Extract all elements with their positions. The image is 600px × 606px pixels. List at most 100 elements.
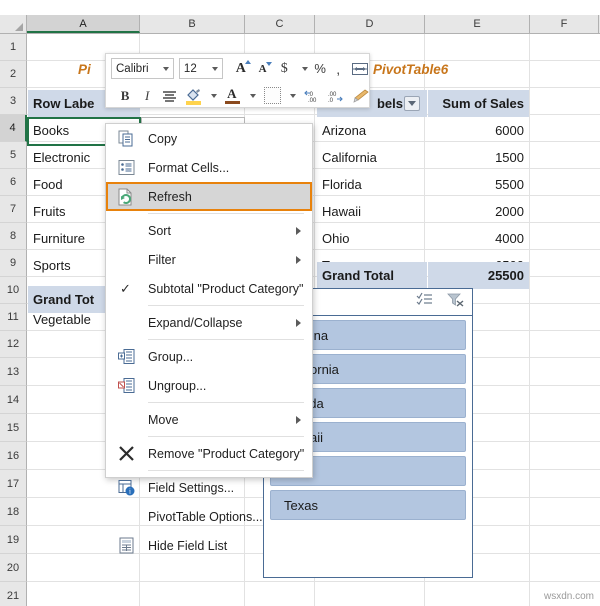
- context-menu-item[interactable]: Remove "Product Category": [106, 439, 312, 468]
- fill-color-icon[interactable]: [182, 84, 204, 107]
- row-header-16[interactable]: 16: [0, 442, 27, 470]
- merge-cells-icon[interactable]: [349, 57, 371, 80]
- bold-label: B: [121, 88, 130, 104]
- pivot-right-row-value: 2000: [428, 198, 529, 225]
- row-header-21[interactable]: 21: [0, 582, 27, 606]
- column-header-c[interactable]: C: [245, 15, 315, 33]
- accounting-dropdown-icon[interactable]: [295, 57, 309, 80]
- context-menu-item[interactable]: Format Cells...: [106, 153, 312, 182]
- row-header-13[interactable]: 13: [0, 358, 27, 386]
- context-menu-item-label: Refresh: [148, 190, 192, 204]
- context-menu-item[interactable]: Group...: [106, 342, 312, 371]
- chevron-down-icon: [212, 67, 218, 71]
- pivot-right-row-label: Florida: [317, 171, 427, 198]
- context-menu-item-label: PivotTable Options...: [148, 510, 263, 524]
- font-color-dropdown-icon[interactable]: [243, 84, 257, 107]
- context-menu-item[interactable]: iField Settings...: [106, 473, 312, 502]
- clear-filter-icon[interactable]: [447, 292, 464, 312]
- context-menu-item[interactable]: Ungroup...: [106, 371, 312, 400]
- multi-select-icon[interactable]: [416, 292, 433, 312]
- row-header-20[interactable]: 20: [0, 554, 27, 582]
- borders-dropdown-icon[interactable]: [283, 84, 297, 107]
- chevron-down-icon: [163, 67, 169, 71]
- menu-separator: [148, 339, 304, 340]
- pivot-right-row-label: California: [317, 144, 427, 171]
- decrease-decimal-glyph: .0 .00: [304, 89, 322, 103]
- pivot-right-row-label: Ohio: [317, 225, 427, 252]
- submenu-arrow-icon: [296, 227, 301, 235]
- decrease-font-size-icon[interactable]: A: [252, 57, 274, 80]
- row-header-12[interactable]: 12: [0, 331, 27, 358]
- context-menu-item[interactable]: Refresh: [106, 182, 312, 211]
- row-header-17[interactable]: 17: [0, 470, 27, 498]
- context-menu-item[interactable]: Move: [106, 405, 312, 434]
- format-painter-icon[interactable]: [349, 84, 371, 107]
- group-icon: [116, 347, 136, 367]
- context-menu-item[interactable]: Sort: [106, 216, 312, 245]
- row-header-11[interactable]: 11: [0, 304, 27, 331]
- increase-font-size-icon[interactable]: A: [230, 57, 252, 80]
- fill-color-glyph: [185, 87, 202, 105]
- svg-text:.00: .00: [308, 98, 317, 103]
- column-header-e[interactable]: E: [425, 15, 530, 33]
- context-menu-item[interactable]: Filter: [106, 245, 312, 274]
- submenu-arrow-icon: [296, 256, 301, 264]
- context-menu-item-label: Format Cells...: [148, 161, 229, 175]
- context-menu-item[interactable]: Hide Field List: [106, 531, 312, 560]
- row-header-14[interactable]: 14: [0, 386, 27, 414]
- context-menu-item[interactable]: ✓Subtotal "Product Category": [106, 274, 312, 303]
- svg-text:.0: .0: [328, 98, 334, 103]
- row-header-5[interactable]: 5: [0, 142, 27, 169]
- row-header-2[interactable]: 2: [0, 61, 27, 88]
- mini-toolbar-row-2: B I A: [106, 82, 371, 109]
- row-header-19[interactable]: 19: [0, 526, 27, 554]
- column-header-b[interactable]: B: [140, 15, 245, 33]
- pivot-row-filter-button[interactable]: [404, 96, 420, 111]
- row-header-3[interactable]: 3: [0, 88, 27, 115]
- watermark: wsxdn.com: [544, 591, 594, 602]
- context-menu-item-label: Hide Field List: [148, 539, 227, 553]
- decrease-decimal-icon[interactable]: .0 .00: [302, 84, 324, 107]
- check-icon: ✓: [120, 281, 131, 297]
- fill-color-dropdown-icon[interactable]: [204, 84, 218, 107]
- bold-icon[interactable]: B: [114, 84, 136, 107]
- pivot-right-row-value: 4000: [428, 225, 529, 252]
- increase-decimal-icon[interactable]: .00 .0: [324, 84, 346, 107]
- pivot-right-row-label: Arizona: [317, 117, 427, 144]
- center-align-icon[interactable]: [158, 84, 180, 107]
- pivot-context-menu[interactable]: Copy Format Cells... Refresh Sort Filter ✓Sub…: [105, 123, 313, 478]
- accounting-format-icon[interactable]: $: [273, 57, 295, 80]
- comma-label: ,: [336, 61, 340, 77]
- select-all-corner[interactable]: [0, 15, 27, 33]
- row-header-6[interactable]: 6: [0, 169, 27, 196]
- column-header-strip: A B C D E F: [0, 15, 600, 34]
- mini-formatting-toolbar[interactable]: Calibri 12 A A $ % ,: [105, 53, 370, 108]
- context-menu-item[interactable]: Copy: [106, 124, 312, 153]
- font-name-combobox[interactable]: Calibri: [111, 58, 174, 79]
- row-header-10[interactable]: 10: [0, 277, 27, 304]
- row-header-8[interactable]: 8: [0, 223, 27, 250]
- row-header-1[interactable]: 1: [0, 34, 27, 61]
- context-menu-item-label: Filter: [148, 253, 176, 267]
- row-header-7[interactable]: 7: [0, 196, 27, 223]
- comma-style-icon[interactable]: ,: [331, 57, 345, 80]
- font-size-combobox[interactable]: 12: [179, 58, 223, 79]
- currency-label: $: [281, 61, 288, 77]
- context-menu-item[interactable]: Expand/Collapse: [106, 308, 312, 337]
- format-cells-icon: [116, 158, 136, 178]
- row-header-4[interactable]: 4: [0, 115, 27, 142]
- context-menu-item-label: Sort: [148, 224, 171, 238]
- row-header-15[interactable]: 15: [0, 414, 27, 442]
- percent-style-icon[interactable]: %: [309, 57, 331, 80]
- ungroup-icon: [116, 376, 136, 396]
- font-size-value: 12: [184, 63, 197, 75]
- column-header-d[interactable]: D: [315, 15, 425, 33]
- context-menu-item[interactable]: PivotTable Options...: [106, 502, 312, 531]
- borders-icon[interactable]: [261, 84, 283, 107]
- row-header-9[interactable]: 9: [0, 250, 27, 277]
- font-color-icon[interactable]: A: [221, 84, 243, 107]
- column-header-f[interactable]: F: [530, 15, 599, 33]
- italic-icon[interactable]: I: [136, 84, 158, 107]
- row-header-18[interactable]: 18: [0, 498, 27, 526]
- column-header-a[interactable]: A: [27, 15, 140, 33]
